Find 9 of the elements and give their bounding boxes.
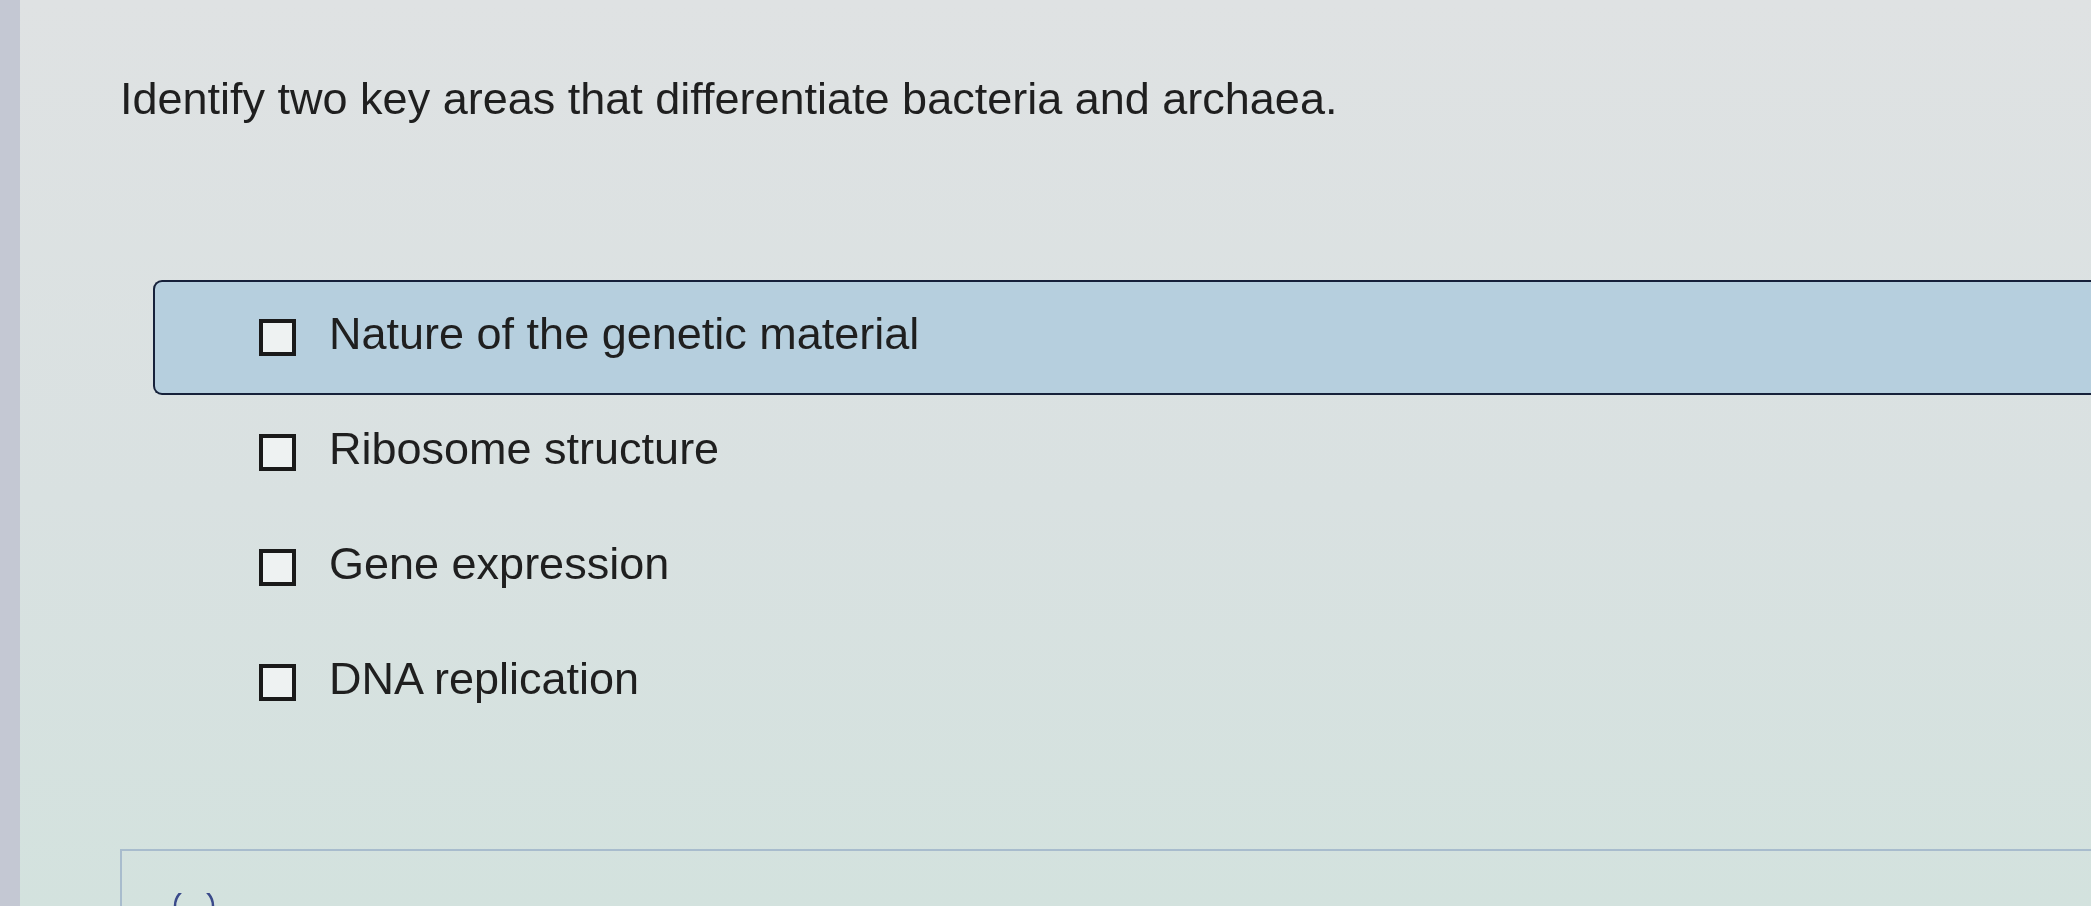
answer-option[interactable]: Ribosome structure bbox=[153, 395, 2091, 510]
checkbox[interactable] bbox=[259, 664, 296, 701]
answer-option[interactable]: Gene expression bbox=[153, 510, 2091, 625]
checkbox[interactable] bbox=[259, 319, 296, 356]
checkbox[interactable] bbox=[259, 434, 296, 471]
answer-option[interactable]: DNA replication bbox=[153, 625, 2091, 740]
answer-option[interactable]: Nature of the genetic material bbox=[153, 280, 2091, 395]
question-text: Identify two key areas that differentiate bacteria and archaea. bbox=[120, 72, 1338, 126]
checkbox[interactable] bbox=[259, 549, 296, 586]
